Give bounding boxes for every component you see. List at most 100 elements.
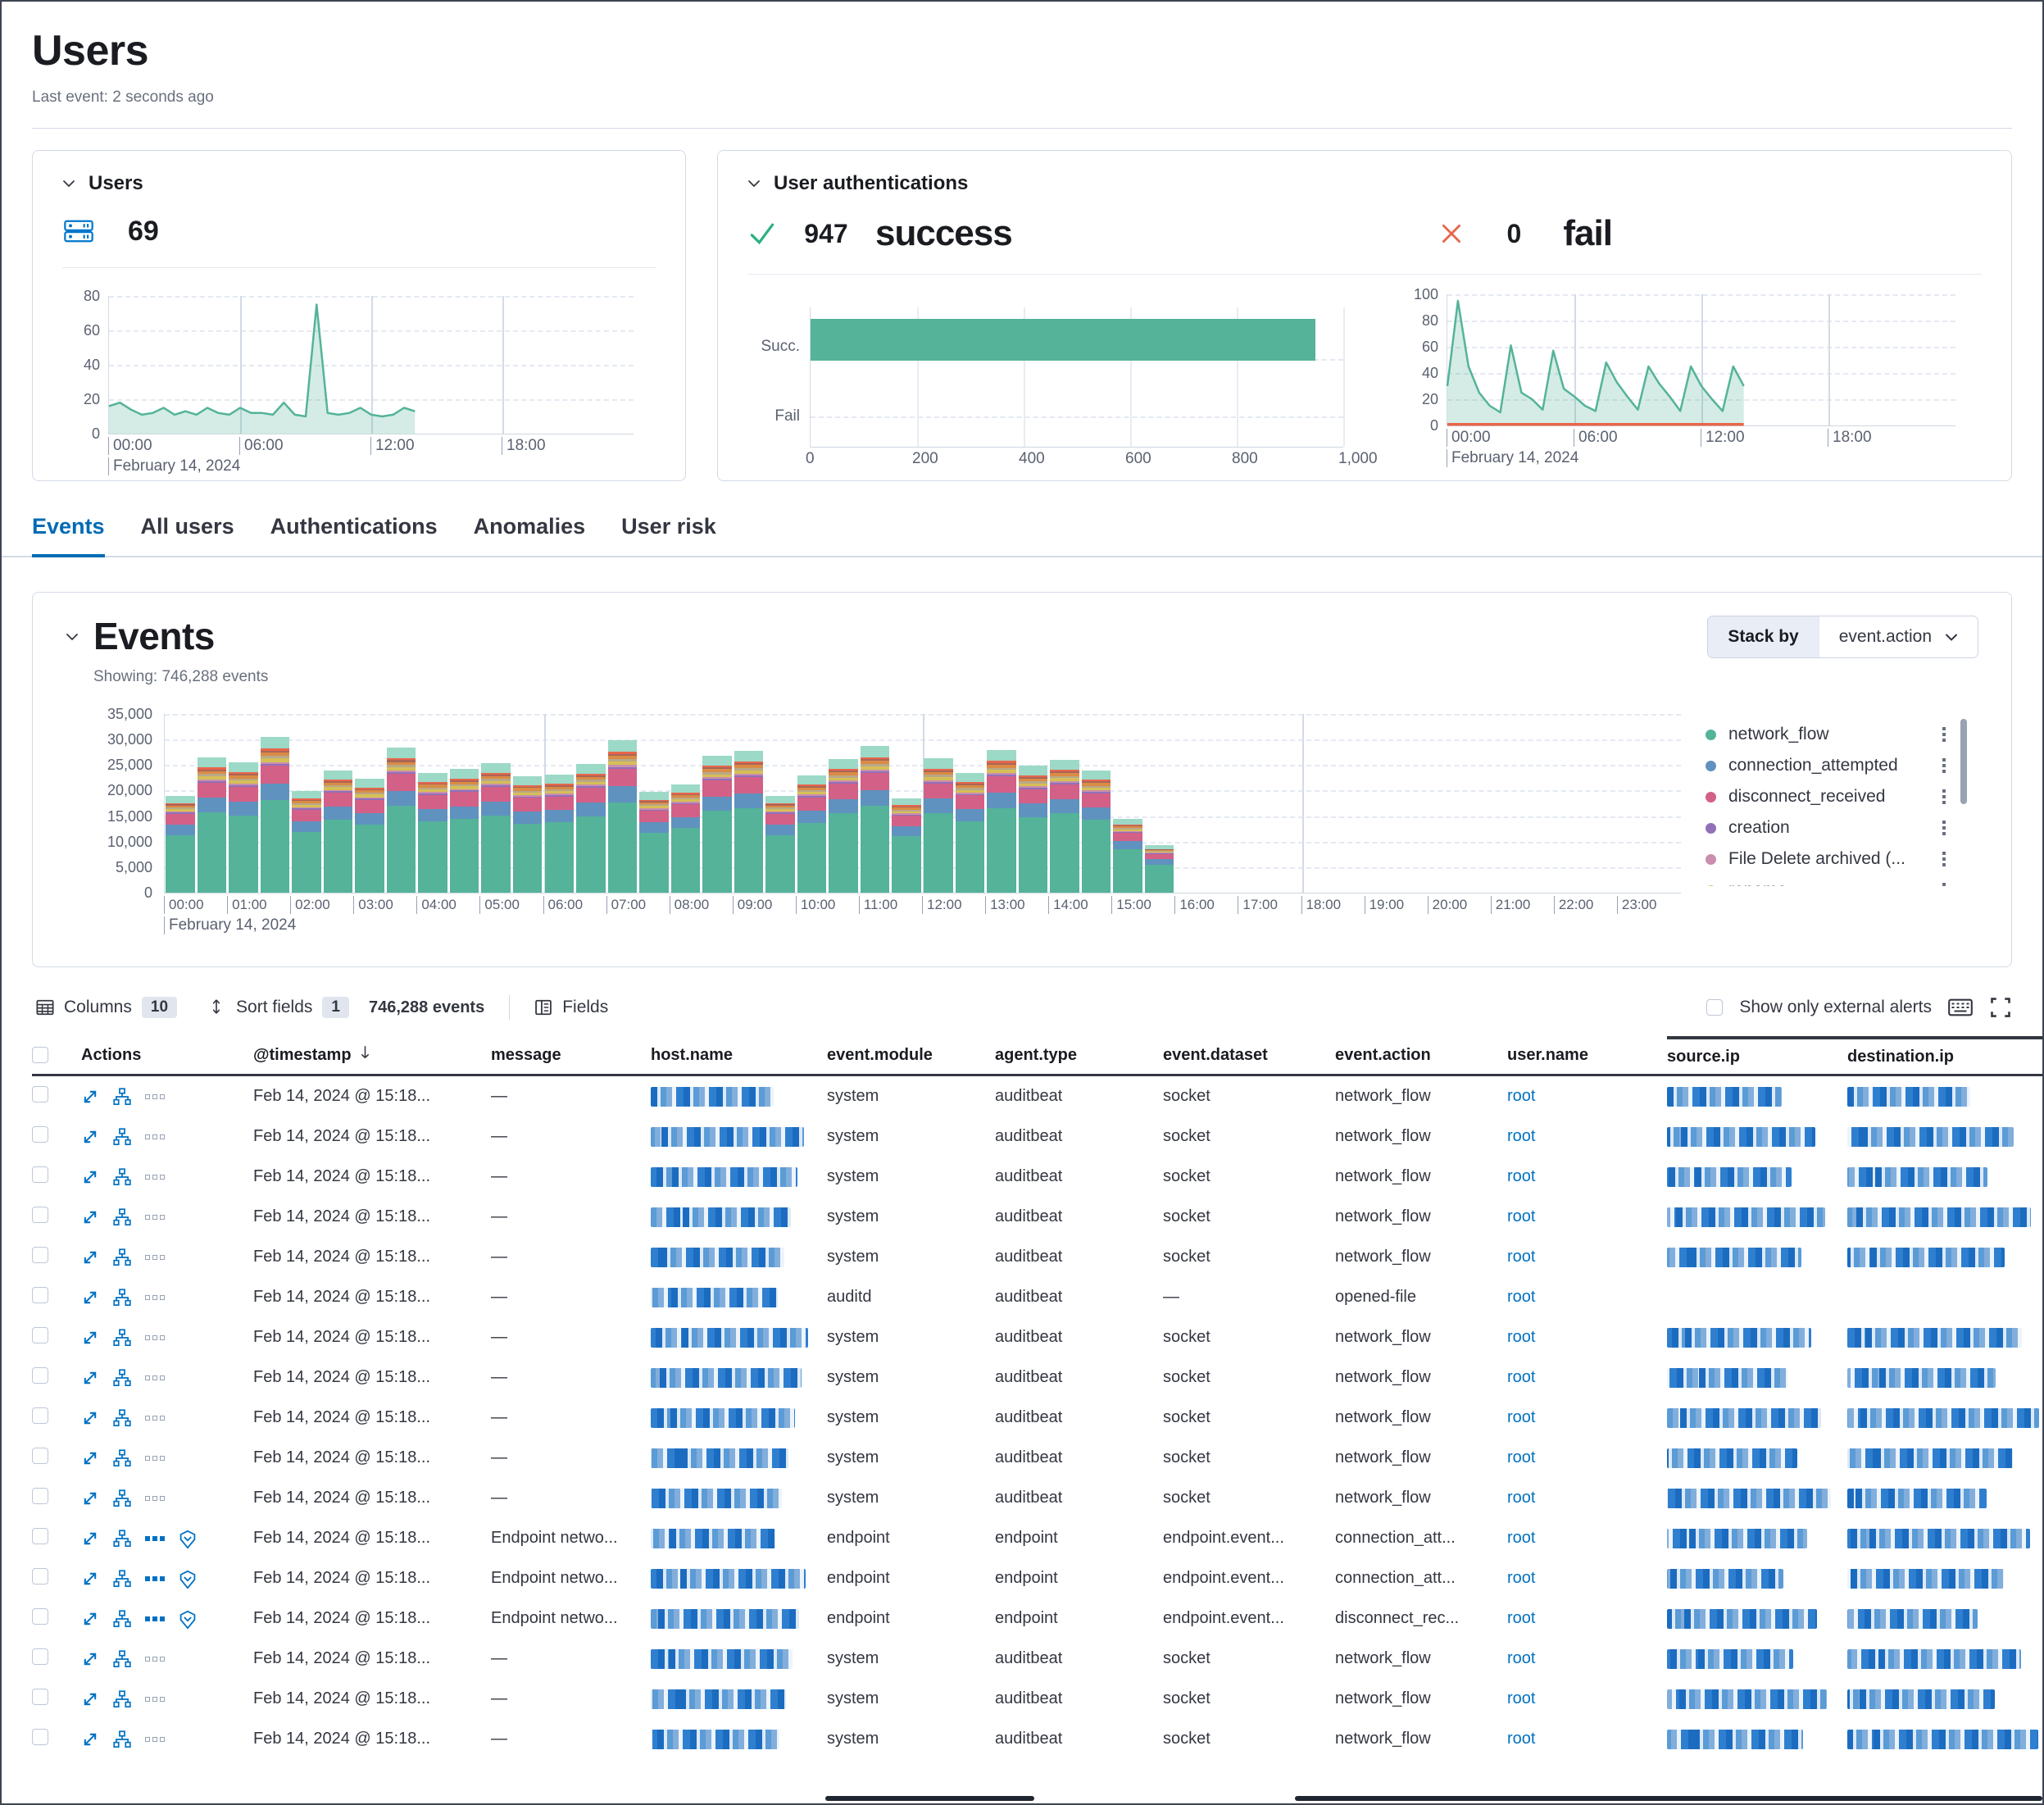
- more-actions-icon[interactable]: [145, 1215, 165, 1220]
- tab-anomalies[interactable]: Anomalies: [474, 514, 586, 556]
- expand-event-icon[interactable]: [81, 1208, 99, 1226]
- sort-fields-button[interactable]: Sort fields 1: [208, 997, 349, 1018]
- column-header-agent-type[interactable]: agent.type: [995, 1036, 1163, 1074]
- column-header-message[interactable]: message: [491, 1036, 651, 1074]
- row-checkbox[interactable]: [32, 1166, 48, 1183]
- column-header-destination-ip[interactable]: destination.ip: [1847, 1036, 2042, 1074]
- more-actions-icon[interactable]: [1942, 821, 1946, 835]
- chevron-down-icon[interactable]: [747, 177, 761, 190]
- tab-all-users[interactable]: All users: [141, 514, 234, 556]
- more-actions-icon[interactable]: [145, 1697, 165, 1702]
- external-alerts-checkbox[interactable]: [1706, 999, 1723, 1016]
- expand-event-icon[interactable]: [81, 1489, 99, 1507]
- analyze-event-icon[interactable]: [113, 1730, 131, 1748]
- user-name-link[interactable]: root: [1507, 1730, 1535, 1748]
- row-checkbox[interactable]: [32, 1207, 48, 1223]
- column-header-source-ip[interactable]: source.ip: [1667, 1036, 1847, 1074]
- expand-event-icon[interactable]: [81, 1650, 99, 1668]
- more-actions-icon[interactable]: [145, 1456, 165, 1461]
- legend-item-file-delete-archived-[interactable]: File Delete archived (...: [1706, 843, 1946, 875]
- chevron-down-icon[interactable]: [66, 630, 79, 643]
- user-name-link[interactable]: root: [1507, 1609, 1535, 1627]
- row-checkbox[interactable]: [32, 1126, 48, 1143]
- keyboard-icon[interactable]: [1948, 997, 1973, 1018]
- expand-event-icon[interactable]: [81, 1248, 99, 1266]
- analyze-event-icon[interactable]: [113, 1289, 131, 1307]
- more-actions-icon[interactable]: [145, 1335, 165, 1340]
- row-checkbox[interactable]: [32, 1689, 48, 1705]
- more-actions-icon[interactable]: [145, 1175, 165, 1180]
- column-header-event-dataset[interactable]: event.dataset: [1163, 1036, 1335, 1074]
- endpoint-shield-icon[interactable]: [179, 1530, 197, 1548]
- more-actions-icon[interactable]: [145, 1295, 165, 1300]
- analyze-event-icon[interactable]: [113, 1168, 131, 1186]
- more-actions-icon[interactable]: [1942, 883, 1946, 886]
- column-header-host-name[interactable]: host.name: [651, 1036, 827, 1074]
- user-name-link[interactable]: root: [1507, 1207, 1535, 1225]
- row-checkbox[interactable]: [32, 1648, 48, 1665]
- expand-event-icon[interactable]: [81, 1730, 99, 1748]
- tab-user-risk[interactable]: User risk: [621, 514, 716, 556]
- tab-events[interactable]: Events: [32, 514, 105, 557]
- more-actions-icon[interactable]: [145, 1657, 165, 1662]
- expand-event-icon[interactable]: [81, 1289, 99, 1307]
- endpoint-shield-icon[interactable]: [179, 1570, 197, 1588]
- user-name-link[interactable]: root: [1507, 1448, 1535, 1466]
- more-actions-icon[interactable]: [1942, 727, 1946, 742]
- endpoint-shield-icon[interactable]: [179, 1610, 197, 1628]
- row-checkbox[interactable]: [32, 1086, 48, 1103]
- more-actions-icon[interactable]: [145, 1536, 165, 1541]
- row-checkbox[interactable]: [32, 1729, 48, 1745]
- fields-button[interactable]: Fields: [534, 998, 608, 1017]
- column-header--timestamp[interactable]: @timestamp: [253, 1036, 491, 1074]
- more-actions-icon[interactable]: [145, 1416, 165, 1421]
- user-name-link[interactable]: root: [1507, 1087, 1535, 1105]
- more-actions-icon[interactable]: [145, 1134, 165, 1139]
- user-name-link[interactable]: root: [1507, 1127, 1535, 1145]
- user-name-link[interactable]: root: [1507, 1288, 1535, 1306]
- expand-event-icon[interactable]: [81, 1168, 99, 1186]
- auth-panel-header[interactable]: User authentications: [747, 172, 1982, 195]
- more-actions-icon[interactable]: [145, 1094, 165, 1099]
- analyze-event-icon[interactable]: [113, 1208, 131, 1226]
- select-all-checkbox[interactable]: [32, 1047, 48, 1063]
- column-header-user-name[interactable]: user.name: [1507, 1036, 1667, 1074]
- columns-button[interactable]: Columns 10: [36, 997, 177, 1018]
- analyze-event-icon[interactable]: [113, 1650, 131, 1668]
- more-actions-icon[interactable]: [145, 1375, 165, 1380]
- user-name-link[interactable]: root: [1507, 1408, 1535, 1426]
- analyze-event-icon[interactable]: [113, 1248, 131, 1266]
- row-checkbox[interactable]: [32, 1608, 48, 1625]
- expand-event-icon[interactable]: [81, 1610, 99, 1628]
- legend-item-rename[interactable]: rename: [1706, 875, 1946, 886]
- analyze-event-icon[interactable]: [113, 1489, 131, 1507]
- user-name-link[interactable]: root: [1507, 1569, 1535, 1587]
- analyze-event-icon[interactable]: [113, 1570, 131, 1588]
- user-name-link[interactable]: root: [1507, 1529, 1535, 1547]
- expand-event-icon[interactable]: [81, 1128, 99, 1146]
- analyze-event-icon[interactable]: [113, 1369, 131, 1387]
- user-name-link[interactable]: root: [1507, 1328, 1535, 1346]
- user-name-link[interactable]: root: [1507, 1649, 1535, 1667]
- expand-event-icon[interactable]: [81, 1409, 99, 1427]
- analyze-event-icon[interactable]: [113, 1690, 131, 1708]
- analyze-event-icon[interactable]: [113, 1409, 131, 1427]
- more-actions-icon[interactable]: [1942, 758, 1946, 773]
- row-checkbox[interactable]: [32, 1488, 48, 1504]
- column-header-event-module[interactable]: event.module: [827, 1036, 995, 1074]
- horizontal-scrollbar[interactable]: [1295, 1796, 2042, 1801]
- expand-event-icon[interactable]: [81, 1530, 99, 1548]
- more-actions-icon[interactable]: [145, 1576, 165, 1581]
- user-name-link[interactable]: root: [1507, 1368, 1535, 1386]
- analyze-event-icon[interactable]: [113, 1610, 131, 1628]
- analyze-event-icon[interactable]: [113, 1329, 131, 1347]
- more-actions-icon[interactable]: [1942, 789, 1946, 804]
- fullscreen-icon[interactable]: [1989, 996, 2012, 1019]
- analyze-event-icon[interactable]: [113, 1128, 131, 1146]
- expand-event-icon[interactable]: [81, 1369, 99, 1387]
- users-panel-header[interactable]: Users: [62, 172, 656, 195]
- user-name-link[interactable]: root: [1507, 1167, 1535, 1185]
- analyze-event-icon[interactable]: [113, 1530, 131, 1548]
- user-name-link[interactable]: root: [1507, 1689, 1535, 1707]
- tab-authentications[interactable]: Authentications: [270, 514, 438, 556]
